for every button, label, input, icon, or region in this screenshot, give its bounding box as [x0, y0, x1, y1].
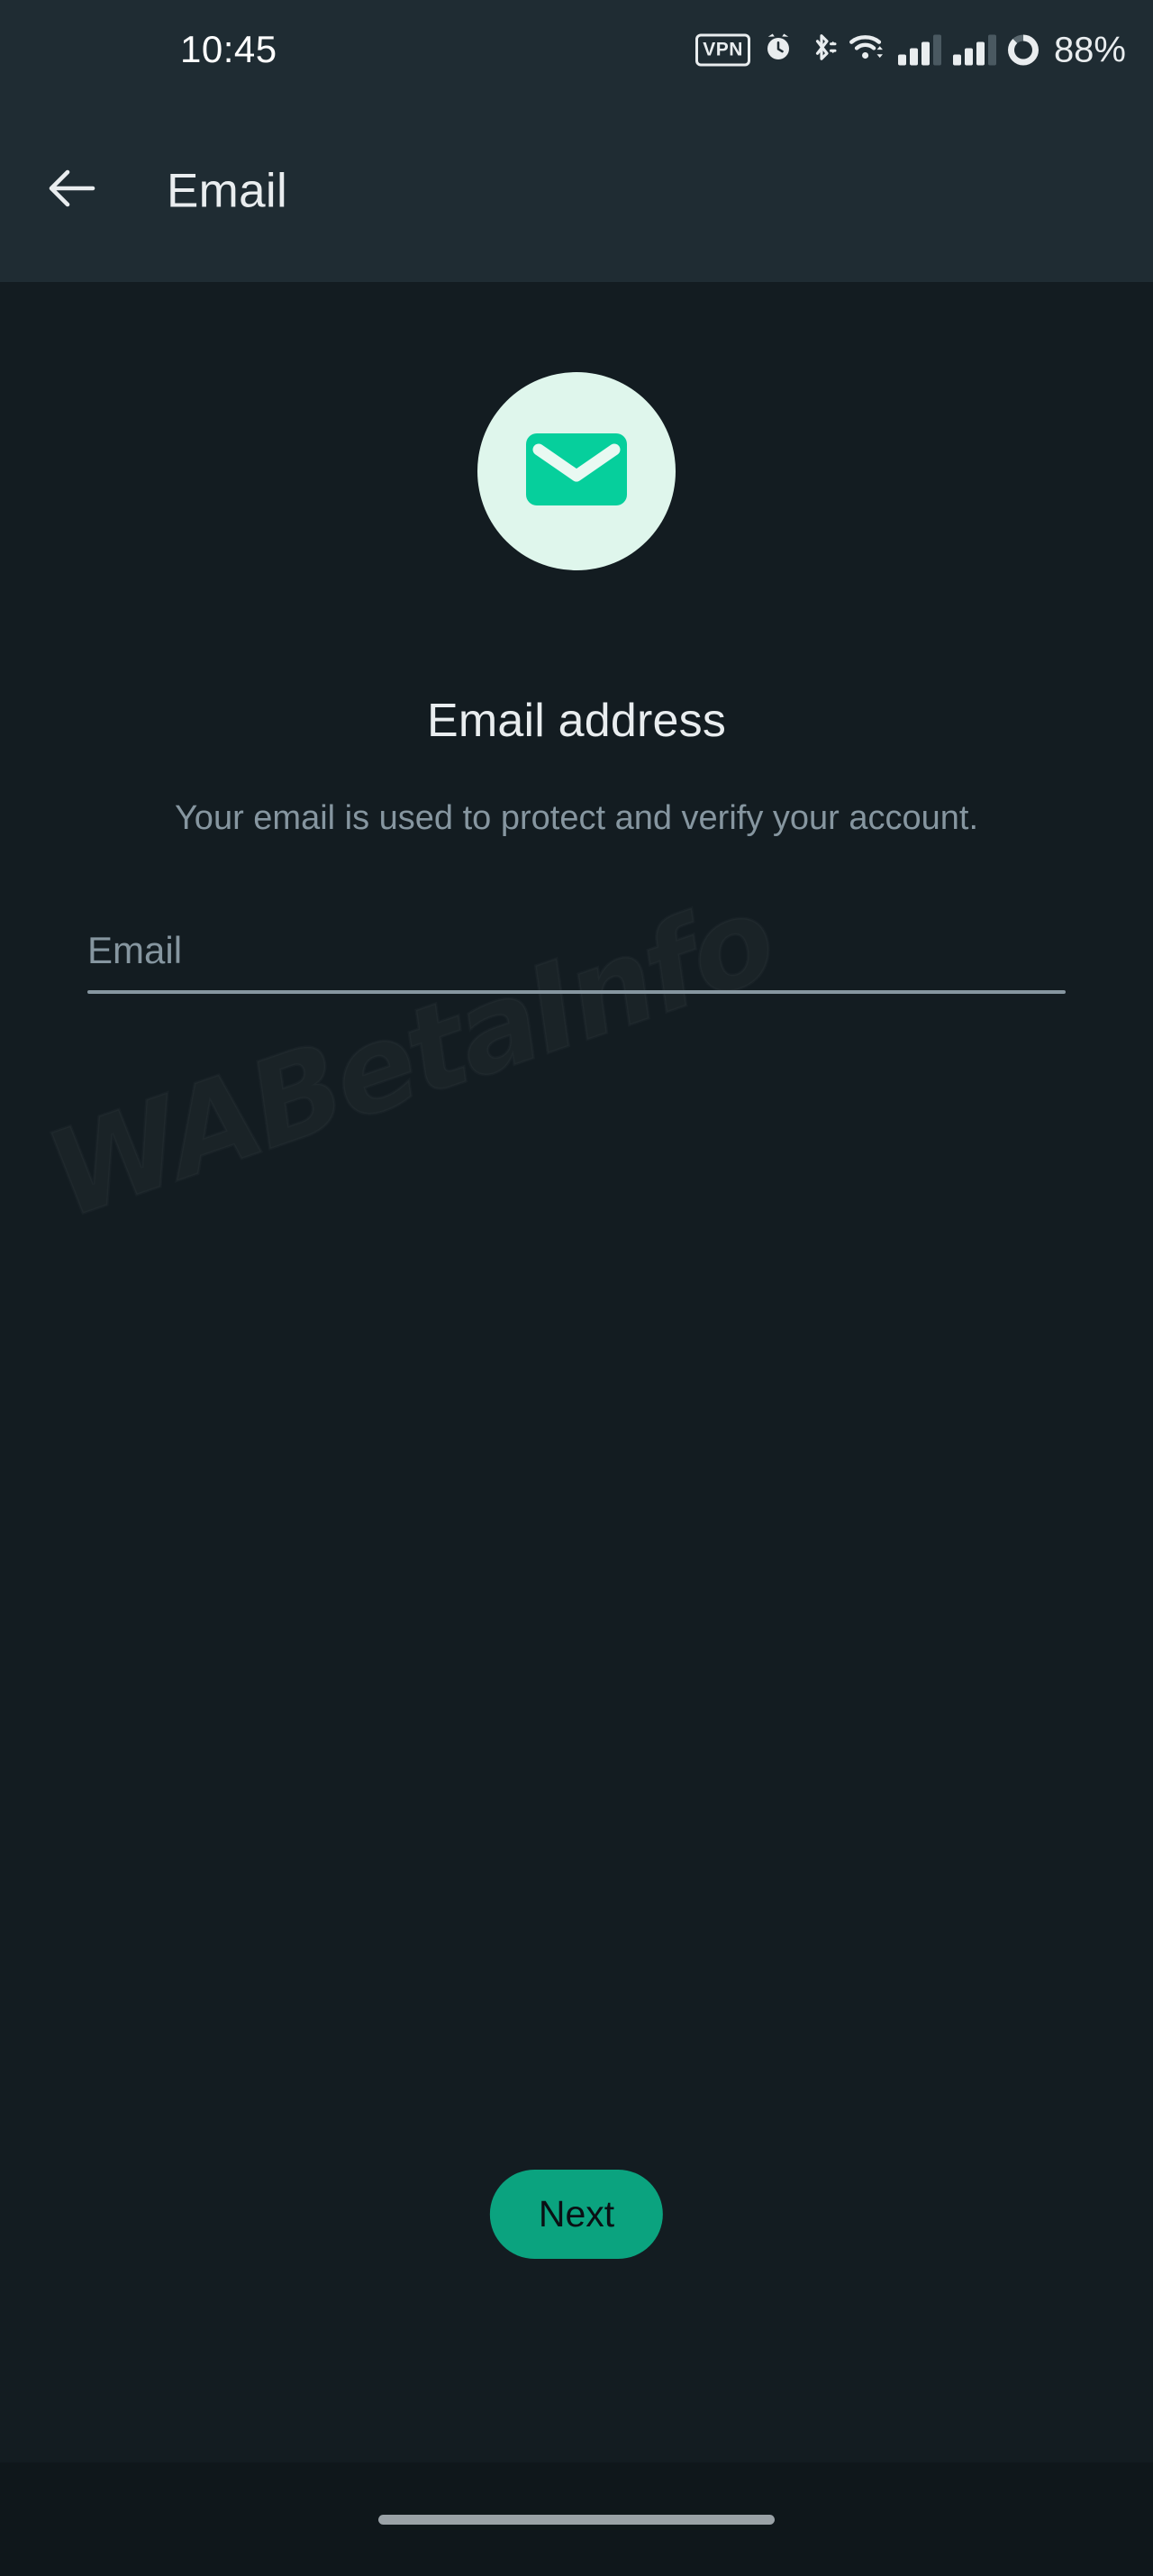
cellular-signal-2-icon [952, 34, 996, 65]
headline: Email address [426, 695, 727, 747]
battery-percent-label: 88% [1053, 30, 1126, 69]
bluetooth-icon [806, 32, 837, 68]
subtext: Your email is used to protect and verify… [174, 799, 979, 837]
wabetainfo-watermark: WABetaInfo [30, 868, 790, 1247]
vpn-badge-icon: VPN [695, 33, 750, 66]
back-button[interactable] [34, 154, 108, 228]
alarm-clock-icon [762, 32, 794, 68]
status-bar: 10:45 VPN 88% [0, 0, 1153, 99]
email-field-group [87, 929, 1066, 994]
home-gesture-handle[interactable] [378, 2514, 775, 2525]
envelope-icon [522, 428, 631, 515]
arrow-left-icon [46, 167, 96, 214]
app-bar: Email [0, 99, 1153, 282]
hero-icon-circle [477, 372, 676, 570]
system-navigation-bar [0, 2462, 1153, 2576]
status-clock: 10:45 [180, 28, 277, 70]
battery-ring-icon [1007, 34, 1039, 65]
phone-screen: 10:45 VPN 88% Email WABetaInfo Email add… [0, 0, 1153, 2576]
wifi-icon [849, 32, 886, 68]
page-title: Email [167, 164, 288, 217]
email-input-underline [87, 990, 1066, 994]
status-bar-icons: VPN 88% [695, 32, 1126, 68]
email-input[interactable] [87, 929, 1066, 990]
main-content: WABetaInfo Email address Your email is u… [0, 282, 1153, 2462]
next-button[interactable]: Next [489, 2170, 664, 2259]
cellular-signal-1-icon [897, 34, 941, 65]
